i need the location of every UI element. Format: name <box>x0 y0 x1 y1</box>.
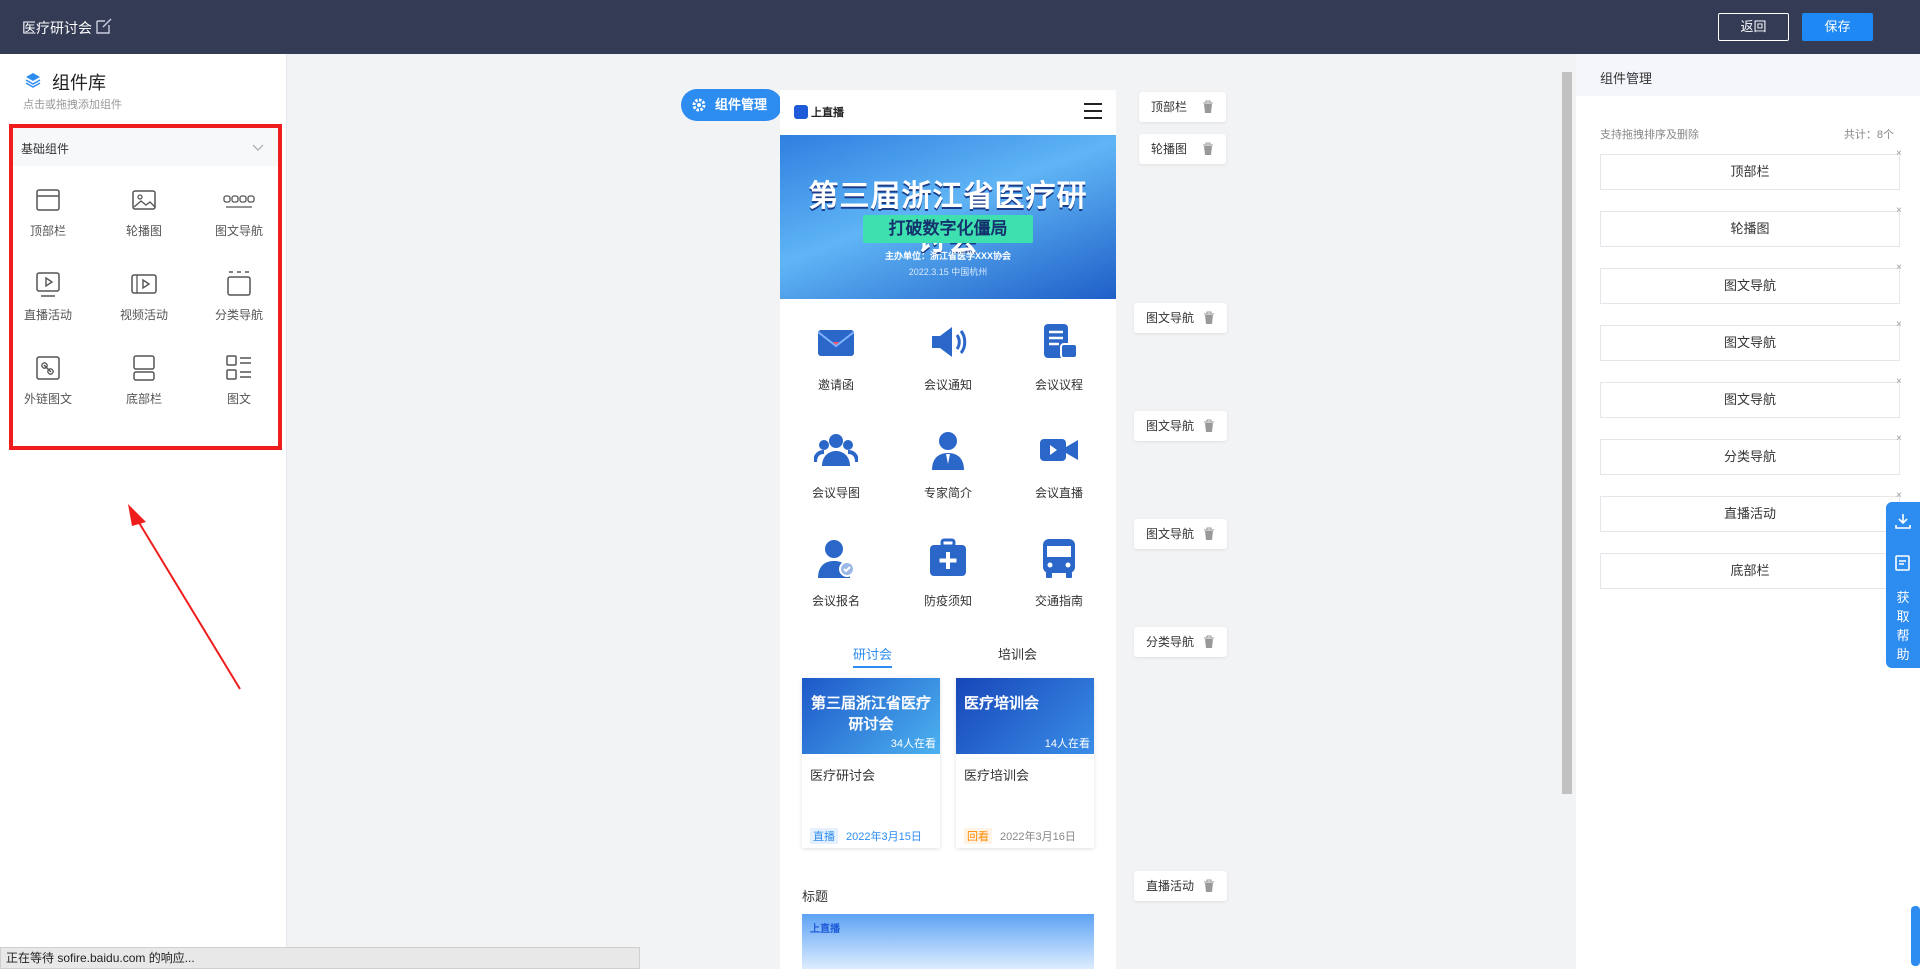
canvas-scrollbar[interactable] <box>1562 72 1572 794</box>
event-card[interactable]: 医疗培训会 14人在看 医疗培训会 回看 2022年3月16日 <box>956 678 1094 848</box>
nav-item-register[interactable]: 会议报名 <box>781 536 891 609</box>
envelope-icon <box>817 330 855 356</box>
manager-item[interactable]: 图文导航 <box>1600 325 1900 361</box>
group-icon <box>814 434 858 466</box>
tag-image-nav[interactable]: 图文导航 <box>1134 411 1227 441</box>
tag-image-nav[interactable]: 图文导航 <box>1134 519 1227 549</box>
section-title: 标题 <box>802 889 829 904</box>
component-library-panel: 组件库 点击或拖拽添加组件 基础组件 顶部栏 轮播图 图文导航 直播活动 视频活… <box>0 54 287 969</box>
banner-tag: 打破数字化僵局 <box>863 215 1033 243</box>
close-icon[interactable]: × <box>1896 377 1906 387</box>
tag-topbar[interactable]: 顶部栏 <box>1139 92 1226 122</box>
help-float-panel[interactable]: 获取帮助 <box>1886 502 1920 668</box>
save-button[interactable]: 保存 <box>1802 13 1873 41</box>
event-thumbnail: 医疗培训会 14人在看 <box>956 678 1094 754</box>
event-date: 2022年3月16日 <box>1000 831 1076 843</box>
tab-training[interactable]: 培训会 <box>998 644 1037 663</box>
speaker-icon <box>932 327 967 357</box>
highlight-box <box>9 124 282 450</box>
close-icon[interactable]: × <box>1896 320 1906 330</box>
play-logo-icon <box>794 105 808 119</box>
trash-icon[interactable] <box>1203 419 1215 433</box>
event-date: 2022年3月15日 <box>846 831 922 843</box>
status-badge: 直播 <box>810 828 838 844</box>
trash-icon[interactable] <box>1203 311 1215 325</box>
phone-logo: 上直播 <box>794 104 844 120</box>
back-button[interactable]: 返回 <box>1718 13 1789 41</box>
event-title: 医疗研讨会 <box>810 768 876 783</box>
red-arrow-annotation <box>128 504 241 690</box>
nav-item-agenda[interactable]: 会议议程 <box>1004 320 1114 393</box>
page-title: 医疗研讨会 <box>22 20 92 36</box>
nav-item-live[interactable]: 会议直播 <box>1004 428 1114 501</box>
close-icon[interactable]: × <box>1896 263 1906 273</box>
component-manage-pill[interactable]: 组件管理 <box>681 89 782 121</box>
phone-preview: 上直播 第三届浙江省医疗研讨会 打破数字化僵局 主办单位：浙江省医学XXX协会 … <box>780 90 1116 969</box>
tag-image-nav[interactable]: 图文导航 <box>1134 303 1227 333</box>
trash-icon[interactable] <box>1203 879 1215 893</box>
nav-item-notice[interactable]: 会议通知 <box>893 320 1003 393</box>
category-tabs: 研讨会 培训会 <box>780 644 1116 670</box>
manager-item[interactable]: 底部栏 <box>1600 553 1900 589</box>
manager-item[interactable]: 图文导航 <box>1600 268 1900 304</box>
carousel-banner[interactable]: 第三届浙江省医疗研讨会 打破数字化僵局 主办单位：浙江省医学XXX协会 2022… <box>780 135 1116 299</box>
agenda-icon <box>1044 324 1078 359</box>
event-card[interactable]: 第三届浙江省医疗研讨会 34人在看 医疗研讨会 直播 2022年3月15日 <box>802 678 940 848</box>
nav-item-experts[interactable]: 专家简介 <box>893 428 1003 501</box>
expert-icon <box>932 432 964 470</box>
manager-item[interactable]: 分类导航 <box>1600 439 1900 475</box>
event-title: 医疗培训会 <box>964 768 1030 783</box>
nav-item-traffic[interactable]: 交通指南 <box>1004 536 1114 609</box>
manager-count: 共计：8个 <box>1843 129 1894 141</box>
banner-date: 2022.3.15 中国杭州 <box>908 267 988 277</box>
download-icon[interactable] <box>1894 512 1912 530</box>
manager-header: 组件管理 <box>1576 54 1920 96</box>
edit-icon[interactable] <box>95 17 113 35</box>
component-manager-panel: 组件管理 支持拖拽排序及删除 共计：8个 顶部栏 × 轮播图 × 图文导航 × … <box>1576 54 1920 969</box>
status-badge: 回看 <box>964 828 992 844</box>
banner-host: 主办单位：浙江省医学XXX协会 <box>884 251 1011 261</box>
viewer-count: 34人在看 <box>890 738 936 750</box>
browser-status-bar: 正在等待 sofire.baidu.com 的响应... <box>0 947 640 969</box>
help-label: 获取帮助 <box>1896 590 1910 662</box>
trash-icon[interactable] <box>1203 635 1215 649</box>
manager-item[interactable]: 轮播图 <box>1600 211 1900 247</box>
tag-category-nav[interactable]: 分类导航 <box>1134 627 1227 657</box>
tab-seminar[interactable]: 研讨会 <box>853 644 893 668</box>
nav-item-epidemic[interactable]: 防疫须知 <box>893 536 1003 609</box>
bottom-banner[interactable]: 上直播 <box>802 914 1094 969</box>
viewer-count: 14人在看 <box>1044 738 1090 750</box>
library-subtitle: 点击或拖拽添加组件 <box>23 99 122 111</box>
medkit-icon <box>930 538 966 576</box>
tag-carousel[interactable]: 轮播图 <box>1139 134 1226 164</box>
layers-icon <box>25 73 41 88</box>
manager-item[interactable]: 直播活动 <box>1600 496 1900 532</box>
nav-item-map[interactable]: 会议导图 <box>781 428 891 501</box>
manager-item[interactable]: 图文导航 <box>1600 382 1900 418</box>
library-title: 组件库 <box>52 73 106 93</box>
trash-icon[interactable] <box>1202 100 1214 114</box>
trash-icon[interactable] <box>1202 142 1214 156</box>
register-icon <box>818 540 855 578</box>
document-icon[interactable] <box>1894 554 1912 572</box>
close-icon[interactable]: × <box>1896 206 1906 216</box>
tag-live[interactable]: 直播活动 <box>1134 871 1227 901</box>
phone-topbar[interactable]: 上直播 <box>780 90 1116 134</box>
event-thumbnail: 第三届浙江省医疗研讨会 34人在看 <box>802 678 940 754</box>
close-icon[interactable]: × <box>1896 491 1906 501</box>
right-scrollbar[interactable] <box>1911 906 1920 966</box>
gear-icon <box>692 98 706 112</box>
close-icon[interactable]: × <box>1896 149 1906 159</box>
manager-hint: 支持拖拽排序及删除 <box>1600 129 1699 141</box>
trash-icon[interactable] <box>1203 527 1215 541</box>
camera-icon <box>1040 439 1078 461</box>
menu-icon[interactable] <box>1083 102 1103 120</box>
close-icon[interactable]: × <box>1896 434 1906 444</box>
nav-item-invitation[interactable]: 邀请函 <box>781 320 891 393</box>
top-bar: 医疗研讨会 返回 保存 <box>0 0 1920 54</box>
manager-item[interactable]: 顶部栏 <box>1600 154 1900 190</box>
bus-icon <box>1043 539 1075 578</box>
